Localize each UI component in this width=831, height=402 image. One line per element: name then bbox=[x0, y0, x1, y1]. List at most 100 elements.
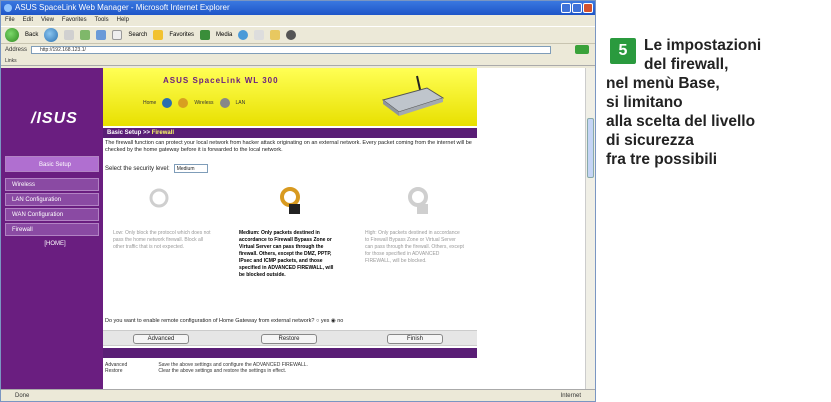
media-label[interactable]: Media bbox=[216, 32, 232, 38]
nav-wireless[interactable]: Wireless bbox=[5, 178, 99, 191]
history-icon[interactable] bbox=[238, 30, 249, 40]
vertical-scrollbar[interactable] bbox=[585, 68, 595, 390]
status-text: Done bbox=[15, 393, 30, 399]
banner-icons: Home Wireless LAN bbox=[143, 98, 245, 108]
go-button[interactable] bbox=[575, 45, 589, 54]
page-viewport: /ISUS Basic Setup Wireless LAN Configura… bbox=[1, 68, 587, 390]
address-label: Address bbox=[5, 47, 28, 53]
address-bar: Address http://192.168.123.1/ bbox=[1, 45, 595, 55]
step-number: 5 bbox=[610, 38, 636, 64]
menu-file[interactable]: File bbox=[5, 15, 15, 26]
level-low-text: Low: Only block the protocol which does … bbox=[113, 230, 211, 250]
hint-value: Clear the above settings and restore the… bbox=[158, 368, 287, 374]
minimize-button[interactable] bbox=[561, 3, 571, 13]
restore-button[interactable]: Restore bbox=[261, 334, 317, 344]
menu-help[interactable]: Help bbox=[117, 15, 129, 26]
router-sidebar: /ISUS Basic Setup Wireless LAN Configura… bbox=[1, 68, 103, 390]
caption-line: del firewall, bbox=[644, 56, 729, 73]
window-controls bbox=[561, 3, 593, 13]
remote-config-question: Do you want to enable remote configurati… bbox=[105, 318, 315, 324]
links-bar: Links bbox=[1, 56, 595, 66]
search-icon[interactable] bbox=[112, 30, 123, 40]
mail-icon[interactable] bbox=[254, 30, 265, 40]
remote-yes-label: yes bbox=[320, 318, 330, 324]
remote-config-row: Do you want to enable remote configurati… bbox=[105, 318, 343, 324]
address-input[interactable]: http://192.168.123.1/ bbox=[31, 46, 551, 54]
banner-home-label[interactable]: Home bbox=[143, 100, 156, 106]
nav-lan-configuration[interactable]: LAN Configuration bbox=[5, 193, 99, 206]
back-label: Back bbox=[25, 32, 39, 38]
refresh-icon[interactable] bbox=[80, 30, 91, 40]
remote-no-label: no bbox=[337, 318, 344, 324]
nav-wan-configuration[interactable]: WAN Configuration bbox=[5, 208, 99, 221]
remote-yes-radio[interactable]: ○ bbox=[316, 318, 319, 324]
banner-lan-label[interactable]: LAN bbox=[236, 100, 246, 106]
caption: 5 Le impostazioni del firewall, nel menù… bbox=[606, 36, 826, 169]
nav-basic-setup[interactable]: Basic Setup bbox=[5, 156, 99, 172]
action-button-row: Advanced Restore Finish bbox=[103, 330, 477, 346]
wireless-icon[interactable] bbox=[178, 98, 189, 108]
home-icon[interactable] bbox=[96, 30, 107, 40]
advanced-button[interactable]: Advanced bbox=[133, 334, 189, 344]
folder-icon[interactable] bbox=[270, 30, 281, 40]
level-high-text: High: Only packets destined in accordanc… bbox=[365, 230, 464, 264]
security-level-select[interactable]: Medium bbox=[173, 164, 208, 173]
lock-medium-icon bbox=[280, 187, 300, 214]
button-hints: Advanced Save the above settings and con… bbox=[105, 362, 308, 374]
status-bar: Done Internet bbox=[1, 389, 595, 401]
caption-line: di sicurezza bbox=[606, 132, 694, 149]
hint-row: Restore Clear the above settings and res… bbox=[105, 368, 308, 374]
browser-screenshot: ASUS SpaceLink Web Manager - Microsoft I… bbox=[0, 0, 596, 402]
menu-view[interactable]: View bbox=[41, 15, 54, 26]
forward-button[interactable] bbox=[44, 28, 59, 42]
caption-line: si limitano bbox=[606, 94, 683, 111]
browser-toolbar: Back Search Favorites Media bbox=[1, 26, 595, 44]
banner-wireless-label[interactable]: Wireless bbox=[194, 100, 213, 106]
messenger-icon[interactable] bbox=[286, 30, 297, 40]
nav-home[interactable]: [HOME] bbox=[5, 238, 99, 251]
finish-button[interactable]: Finish bbox=[387, 334, 443, 344]
links-label[interactable]: Links bbox=[5, 58, 17, 64]
favorites-label[interactable]: Favorites bbox=[169, 32, 194, 38]
hint-key: Restore bbox=[105, 368, 123, 374]
router-content: ASUS SpaceLink WL 300 Home Wireless LAN bbox=[103, 68, 477, 390]
window-titlebar: ASUS SpaceLink Web Manager - Microsoft I… bbox=[1, 1, 595, 15]
caption-line: nel menù Base, bbox=[606, 75, 720, 92]
router-banner: ASUS SpaceLink WL 300 Home Wireless LAN bbox=[103, 68, 477, 126]
scrollbar-thumb[interactable] bbox=[587, 118, 594, 178]
lock-low-icon bbox=[149, 188, 169, 208]
caption-line: Le impostazioni bbox=[644, 37, 762, 54]
remote-no-radio[interactable]: ◉ bbox=[331, 318, 336, 324]
caption-line: fra tre possibili bbox=[606, 151, 718, 168]
stop-icon[interactable] bbox=[64, 30, 75, 40]
maximize-button[interactable] bbox=[572, 3, 582, 13]
security-level-row: Select the security level: Medium bbox=[105, 164, 208, 173]
lan-icon[interactable] bbox=[219, 98, 230, 108]
search-label[interactable]: Search bbox=[128, 32, 147, 38]
back-button[interactable] bbox=[5, 28, 19, 42]
router-nav: Basic Setup Wireless LAN Configuration W… bbox=[5, 156, 99, 253]
caption-line: alla scelta del livello bbox=[606, 113, 756, 130]
close-button[interactable] bbox=[583, 3, 593, 13]
media-icon[interactable] bbox=[200, 30, 211, 40]
menu-favorites[interactable]: Favorites bbox=[62, 15, 87, 26]
menu-tools[interactable]: Tools bbox=[95, 15, 109, 26]
window-title: ASUS SpaceLink Web Manager - Microsoft I… bbox=[15, 3, 230, 12]
product-name: ASUS SpaceLink WL 300 bbox=[163, 76, 279, 85]
router-footer-bar bbox=[103, 348, 477, 358]
ie-logo-icon bbox=[4, 4, 12, 12]
lock-high-icon bbox=[408, 187, 428, 214]
home-icon[interactable] bbox=[162, 98, 173, 108]
breadcrumb-current: Firewall bbox=[151, 130, 175, 136]
asus-logo: /ISUS bbox=[31, 110, 78, 127]
menu-bar: File Edit View Favorites Tools Help bbox=[1, 15, 595, 26]
breadcrumb: Basic Setup >> Firewall bbox=[103, 128, 477, 138]
router-device-icon bbox=[381, 75, 445, 116]
security-level-label: Select the security level: bbox=[105, 165, 170, 172]
firewall-description: The firewall function can protect your l… bbox=[105, 140, 472, 153]
nav-firewall[interactable]: Firewall bbox=[5, 223, 99, 236]
favorites-star-icon[interactable] bbox=[153, 30, 164, 40]
menu-edit[interactable]: Edit bbox=[23, 15, 33, 26]
breadcrumb-parent[interactable]: Basic Setup >> bbox=[107, 130, 150, 136]
level-medium-text: Medium: Only packets destined in accorda… bbox=[239, 230, 334, 278]
